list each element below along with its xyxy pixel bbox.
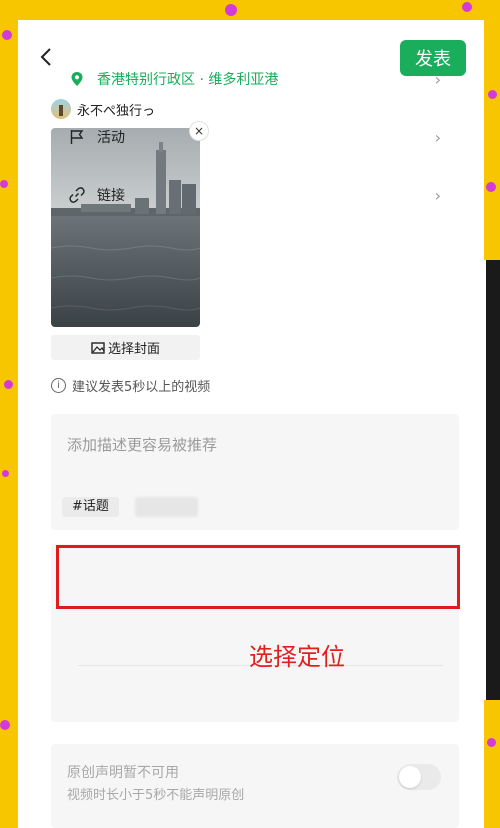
post-editor-screen: 发表 永不ぺ独行っ × 选择封面 i 建议发表5秒以上的视频 添加描述更容易被推… xyxy=(18,20,484,828)
choose-cover-label: 选择封面 xyxy=(107,342,160,357)
chevron-right-icon: › xyxy=(434,127,441,147)
background-strip xyxy=(484,260,500,700)
decor-dot xyxy=(2,470,9,477)
original-toggle[interactable] xyxy=(397,764,441,790)
original-title: 原创声明暂不可用 xyxy=(67,765,179,781)
activity-label: 活动 xyxy=(97,130,125,146)
original-subtitle: 视频时长小于5秒不能声明原创 xyxy=(67,788,245,803)
location-pin-icon xyxy=(71,72,83,86)
tip-text: 建议发表5秒以上的视频 xyxy=(72,380,211,395)
topic-button[interactable]: #话题 xyxy=(62,497,119,517)
decor-dot xyxy=(2,30,12,40)
decor-dot xyxy=(0,720,10,730)
decor-dot xyxy=(0,180,8,188)
highlight-box xyxy=(56,545,460,609)
activity-option[interactable]: 活动 › xyxy=(51,112,459,162)
chevron-right-icon: › xyxy=(434,185,441,205)
blurred-tag xyxy=(135,497,198,517)
link-option[interactable]: 链接 › xyxy=(51,170,459,220)
description-box: 添加描述更容易被推荐 #话题 xyxy=(51,414,459,530)
decor-dot xyxy=(487,738,496,747)
link-icon xyxy=(69,187,85,203)
link-label: 链接 xyxy=(97,188,125,204)
description-input[interactable]: 添加描述更容易被推荐 xyxy=(67,434,217,455)
decor-dot xyxy=(225,4,237,16)
location-label: 香港特别行政区 · 维多利亚港 xyxy=(97,72,279,88)
chevron-right-icon: › xyxy=(434,69,441,89)
decor-dot xyxy=(462,2,472,12)
info-icon: i xyxy=(51,378,66,393)
image-icon xyxy=(91,341,105,354)
decor-dot xyxy=(4,380,13,389)
location-option[interactable]: 香港特别行政区 · 维多利亚港 › xyxy=(51,54,459,104)
flag-icon xyxy=(70,130,84,144)
decor-dot xyxy=(486,182,496,192)
duration-tip: i 建议发表5秒以上的视频 xyxy=(51,376,210,395)
decor-dot xyxy=(488,90,497,99)
choose-cover-button[interactable]: 选择封面 xyxy=(51,335,200,360)
original-declaration: 原创声明暂不可用 视频时长小于5秒不能声明原创 xyxy=(51,744,459,828)
annotation-text: 选择定位 xyxy=(249,643,345,671)
